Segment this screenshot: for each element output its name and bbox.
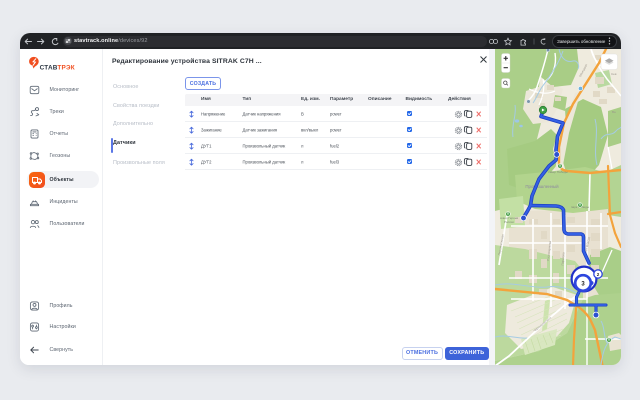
- svg-text:ТРЭК: ТРЭК: [57, 65, 74, 72]
- svg-text:России: России: [504, 220, 514, 224]
- svg-text:СТАВ: СТАВ: [40, 65, 58, 72]
- svg-text:Промышленный: Промышленный: [525, 184, 559, 189]
- svg-text:Ва: Ва: [612, 110, 616, 114]
- svg-text:сквер Победы: сквер Победы: [548, 170, 568, 174]
- svg-text:2: 2: [597, 272, 600, 277]
- svg-text:Сев: Сев: [611, 72, 617, 76]
